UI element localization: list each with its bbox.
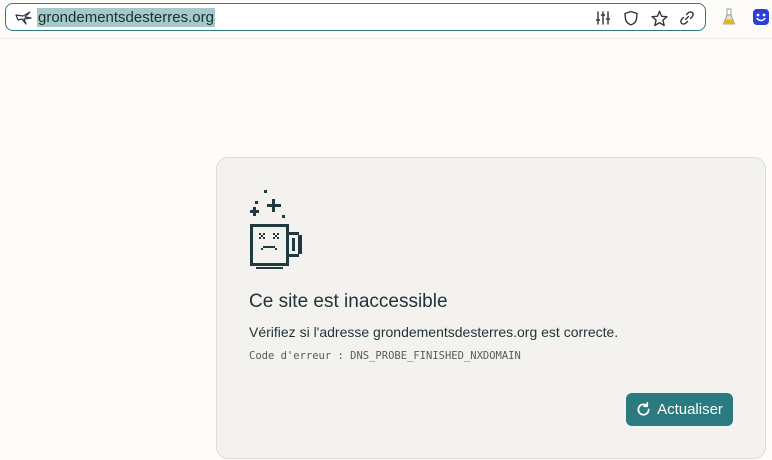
broken-bird-icon [15,9,33,25]
refresh-icon [636,402,651,417]
shield-icon[interactable] [621,8,641,28]
url-text[interactable]: grondementsdesterres.org [37,8,215,27]
page-settings-icon[interactable] [593,8,613,28]
smiley-face-icon[interactable] [752,8,770,26]
error-code: Code d'erreur : DNS_PROBE_FINISHED_NXDOM… [249,350,521,362]
error-card: Ce site est inaccessible Vérifiez si l'a… [216,157,766,459]
error-message: Vérifiez si l'adresse grondementsdesterr… [249,324,619,340]
address-bar-actions [593,8,697,28]
link-icon[interactable] [677,8,697,28]
flask-icon[interactable] [720,8,738,26]
address-bar[interactable]: grondementsdesterres.org [5,3,706,31]
error-title: Ce site est inaccessible [249,291,448,312]
sad-mug-icon [249,188,305,270]
browser-toolbar: grondementsdesterres.org [0,0,772,39]
reload-label: Actualiser [657,401,723,418]
reload-button[interactable]: Actualiser [626,393,733,426]
star-icon[interactable] [649,8,669,28]
